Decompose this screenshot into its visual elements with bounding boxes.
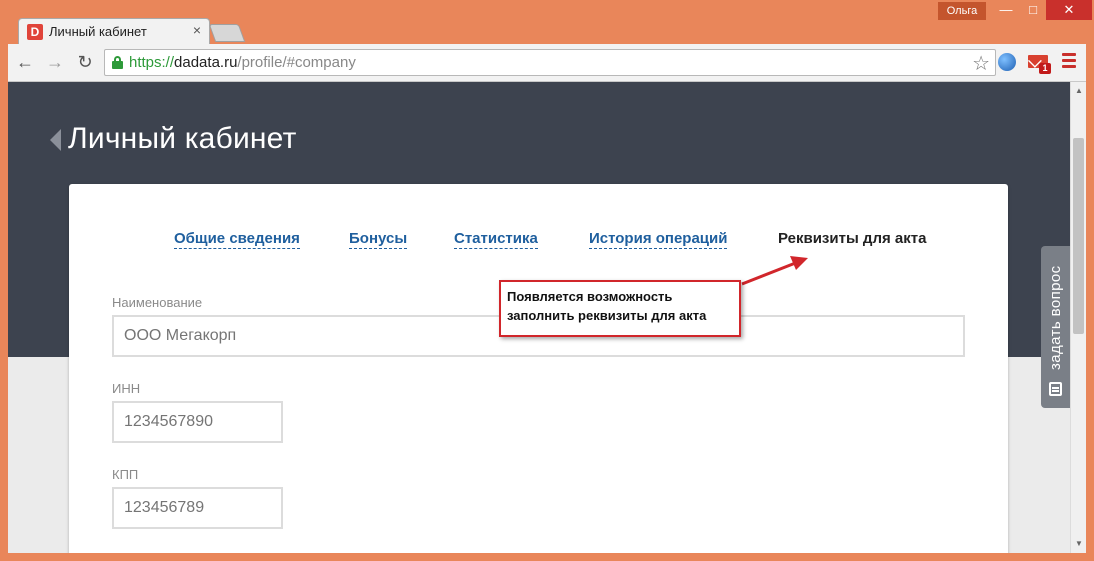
bookmark-star-icon[interactable]: ☆ [972, 51, 990, 76]
page-title: Личный кабинет [68, 122, 297, 155]
page-scrollbar[interactable]: ▲ ▼ [1070, 82, 1086, 553]
annotation-arrow [741, 256, 808, 286]
lock-icon [112, 56, 123, 69]
note-icon [1049, 382, 1062, 396]
browser-window: D Личный кабинет × Ольга — □ ✕ ← → ↻ htt… [0, 0, 1094, 561]
new-tab-button[interactable] [208, 24, 246, 42]
callout-line-2: заполнить реквизиты для акта [507, 308, 707, 323]
callout-line-1: Появляется возможность [507, 289, 673, 304]
globe-extension-icon[interactable] [998, 53, 1016, 71]
maximize-button[interactable]: □ [1020, 0, 1046, 20]
forward-arrow-icon[interactable]: → [44, 51, 66, 73]
annotation-callout: Появляется возможность заполнить реквизи… [499, 280, 741, 337]
ask-question-label: задать вопрос [1047, 265, 1064, 371]
tab-general-info[interactable]: Общие сведения [174, 230, 300, 249]
inn-input[interactable] [112, 401, 283, 443]
tab-strip: D Личный кабинет × [0, 0, 1094, 44]
profile-card: Общие сведения Бонусы Статистика История… [69, 184, 1008, 553]
scroll-down-icon[interactable]: ▼ [1071, 537, 1087, 551]
tab-close-icon[interactable]: × [193, 22, 201, 38]
tab-act-requisites[interactable]: Реквизиты для акта [778, 230, 926, 248]
tab-bonuses[interactable]: Бонусы [349, 230, 408, 249]
address-bar[interactable]: https://dadata.ru/profile/#company ☆ [104, 49, 996, 76]
url-host: dadata.ru [174, 54, 238, 71]
reload-icon[interactable]: ↻ [74, 51, 96, 73]
kpp-label: КПП [112, 467, 139, 482]
kpp-input[interactable] [112, 487, 283, 529]
profile-tabs: Общие сведения Бонусы Статистика История… [69, 230, 1008, 254]
back-triangle-icon[interactable] [50, 129, 61, 151]
window-close-button[interactable]: ✕ [1046, 0, 1092, 20]
menu-icon[interactable] [1062, 53, 1078, 71]
url-text[interactable]: https://dadata.ru/profile/#company [129, 54, 356, 71]
url-scheme: https:// [129, 54, 175, 71]
tab-operations-history[interactable]: История операций [589, 230, 728, 249]
company-name-label: Наименование [112, 295, 203, 310]
mail-count-badge: 1 [1039, 63, 1051, 74]
profile-badge[interactable]: Ольга [938, 2, 986, 20]
browser-toolbar: ← → ↻ https://dadata.ru/profile/#company… [8, 44, 1086, 82]
minimize-button[interactable]: — [992, 0, 1020, 20]
scroll-up-icon[interactable]: ▲ [1071, 84, 1087, 98]
url-path: /profile/#company [237, 54, 356, 71]
browser-tab[interactable]: D Личный кабинет × [18, 18, 210, 44]
tab-statistics[interactable]: Статистика [454, 230, 538, 249]
back-arrow-icon[interactable]: ← [14, 51, 36, 73]
mail-extension-icon[interactable]: 1 [1028, 53, 1051, 74]
scrollbar-thumb[interactable] [1073, 138, 1084, 334]
inn-label: ИНН [112, 381, 141, 396]
tab-title: Личный кабинет [49, 24, 147, 39]
ask-question-widget[interactable]: задать вопрос [1041, 246, 1071, 408]
dadata-favicon-icon: D [27, 24, 43, 40]
